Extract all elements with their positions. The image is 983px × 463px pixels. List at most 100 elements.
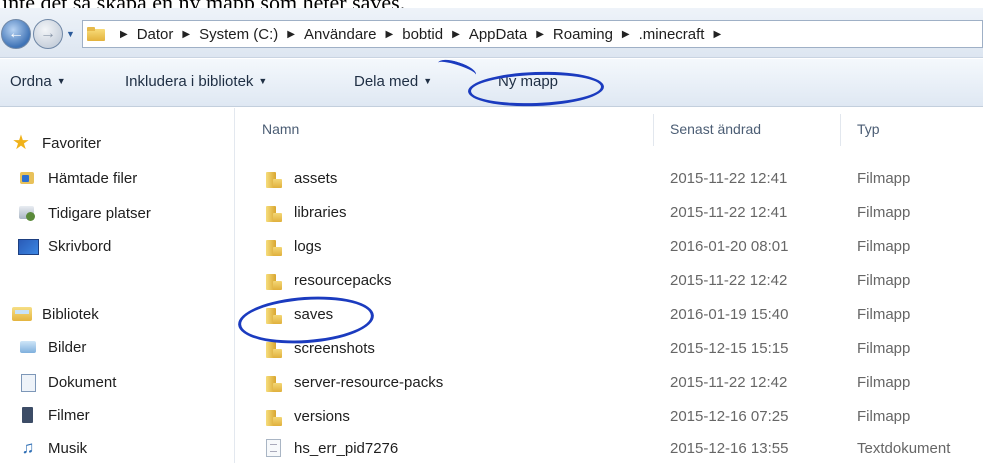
folder-icon <box>266 408 283 426</box>
breadcrumb-separator-icon[interactable]: ▶ <box>622 29 630 40</box>
file-modified-date: 2015-11-22 12:41 <box>670 204 788 221</box>
file-modified-date: 2015-11-22 12:42 <box>670 374 788 391</box>
breadcrumb-separator-icon[interactable]: ▶ <box>120 29 128 40</box>
breadcrumb: ▶ Dator ▶ System (C:) ▶ Användare ▶ bobtid ▶ AppD… <box>111 26 730 43</box>
nav-item-recent-places[interactable]: Tidigare platser <box>18 204 151 222</box>
nav-item-label: Musik <box>48 439 88 457</box>
breadcrumb-item[interactable]: AppData <box>469 26 527 43</box>
file-name: hs_err_pid7276 <box>294 440 399 457</box>
library-icon <box>12 305 32 323</box>
file-modified-date: 2015-11-22 12:41 <box>670 170 788 187</box>
file-modified-date: 2015-11-22 12:42 <box>670 272 788 289</box>
breadcrumb-item[interactable]: Dator <box>137 26 174 43</box>
file-type: Filmapp <box>857 340 911 357</box>
table-row[interactable]: screenshots 2015-12-15 15:15 Filmapp <box>236 333 983 366</box>
table-row[interactable]: assets 2015-11-22 12:41 Filmapp <box>236 163 983 196</box>
include-in-library-button[interactable]: Inkludera i bibliotek ▼ <box>125 73 267 90</box>
navigation-pane: ★ Favoriter Hämtade filer Tidigare plats… <box>0 108 235 463</box>
file-type: Filmapp <box>857 238 911 255</box>
recent-pages-dropdown-icon[interactable]: ▼ <box>66 29 75 39</box>
pictures-icon <box>18 338 38 356</box>
page-caption: inte det så skapa en ny mapp som heter s… <box>0 0 983 8</box>
nav-item-music[interactable]: ♫ Musik <box>18 438 88 457</box>
breadcrumb-item[interactable]: .minecraft <box>639 26 705 43</box>
nav-item-documents[interactable]: Dokument <box>18 373 117 392</box>
file-name: logs <box>294 238 322 255</box>
nav-item-label: Skrivbord <box>48 237 112 255</box>
file-name: libraries <box>294 204 347 221</box>
chevron-down-icon: ▼ <box>258 76 268 86</box>
file-type: Filmapp <box>857 374 911 391</box>
breadcrumb-item[interactable]: Roaming <box>553 26 613 43</box>
nav-favorites-label: Favoriter <box>42 134 102 152</box>
chevron-down-icon: ▼ <box>423 76 433 86</box>
breadcrumb-separator-icon[interactable]: ▶ <box>713 29 721 40</box>
desktop-icon <box>18 237 39 255</box>
column-header-name[interactable]: Namn <box>262 121 299 137</box>
file-modified-date: 2015-12-16 13:55 <box>670 440 789 457</box>
file-list: Namn Senast ändrad Typ assets 2015-11-22 … <box>236 108 983 463</box>
column-header-type[interactable]: Typ <box>857 121 880 137</box>
nav-item-label: Tidigare platser <box>48 204 151 222</box>
table-row[interactable]: resourcepacks 2015-11-22 12:42 Filmapp <box>236 265 983 298</box>
breadcrumb-separator-icon[interactable]: ▶ <box>536 29 544 40</box>
arrow-left-icon: ← <box>8 25 24 42</box>
file-type: Filmapp <box>857 408 911 425</box>
breadcrumb-item[interactable]: bobtid <box>402 26 443 43</box>
column-divider[interactable] <box>840 114 841 146</box>
nav-item-label: Dokument <box>48 373 117 391</box>
table-row[interactable]: libraries 2015-11-22 12:41 Filmapp <box>236 197 983 230</box>
address-bar[interactable]: ▶ Dator ▶ System (C:) ▶ Användare ▶ bobtid ▶ AppD… <box>82 20 983 48</box>
file-name: resourcepacks <box>294 272 392 289</box>
share-with-button[interactable]: Dela med ▼ <box>354 73 432 90</box>
music-note-icon: ♫ <box>21 438 35 457</box>
nav-libraries[interactable]: Bibliotek <box>12 305 99 323</box>
organize-label: Ordna <box>10 73 52 90</box>
organize-button[interactable]: Ordna ▼ <box>10 73 66 90</box>
file-modified-date: 2016-01-20 08:01 <box>670 238 789 255</box>
breadcrumb-item[interactable]: System (C:) <box>199 26 278 43</box>
film-icon <box>18 406 38 424</box>
column-divider[interactable] <box>653 114 654 146</box>
breadcrumb-item[interactable]: Användare <box>304 26 377 43</box>
nav-item-desktop[interactable]: Skrivbord <box>18 237 111 255</box>
column-header-modified[interactable]: Senast ändrad <box>670 121 761 137</box>
folder-icon <box>266 238 283 256</box>
file-type: Filmapp <box>857 272 911 289</box>
nav-item-label: Bilder <box>48 338 87 356</box>
file-name: versions <box>294 408 350 425</box>
file-name: server-resource-packs <box>294 374 444 391</box>
folder-icon <box>266 170 283 188</box>
table-row[interactable]: logs 2016-01-20 08:01 Filmapp <box>236 231 983 264</box>
table-row[interactable]: server-resource-packs 2015-11-22 12:42 Fil… <box>236 367 983 400</box>
arrow-right-icon: → <box>40 25 56 42</box>
nav-favorites[interactable]: ★ Favoriter <box>12 133 102 153</box>
include-label: Inkludera i bibliotek <box>125 73 254 90</box>
nav-item-pictures[interactable]: Bilder <box>18 338 86 356</box>
text-file-icon <box>266 439 281 457</box>
folder-icon <box>87 27 105 41</box>
folder-icon <box>266 374 283 392</box>
documents-icon <box>18 373 38 392</box>
nav-item-label: Hämtade filer <box>48 169 138 187</box>
file-type: Textdokument <box>857 440 951 457</box>
back-button[interactable]: ← <box>1 19 31 49</box>
nav-item-videos[interactable]: Filmer <box>18 406 90 424</box>
recent-places-icon <box>18 204 38 222</box>
file-modified-date: 2016-01-19 15:40 <box>670 306 789 323</box>
file-modified-date: 2015-12-15 15:15 <box>670 340 789 357</box>
table-row[interactable]: hs_err_pid7276 2015-12-16 13:55 Textdokume… <box>236 433 983 463</box>
breadcrumb-separator-icon[interactable]: ▶ <box>452 29 460 40</box>
nav-item-downloads[interactable]: Hämtade filer <box>18 169 137 187</box>
address-strip: ← → ▼ ▶ Dator ▶ System (C:) ▶ Användare ▶ bobti… <box>0 8 983 58</box>
file-type: Filmapp <box>857 204 911 221</box>
forward-button[interactable]: → <box>33 19 63 49</box>
breadcrumb-separator-icon[interactable]: ▶ <box>386 29 394 40</box>
breadcrumb-separator-icon[interactable]: ▶ <box>287 29 295 40</box>
folder-icon <box>266 272 283 290</box>
file-modified-date: 2015-12-16 07:25 <box>670 408 789 425</box>
breadcrumb-separator-icon[interactable]: ▶ <box>182 29 190 40</box>
nav-item-label: Filmer <box>48 406 90 424</box>
table-row[interactable]: versions 2015-12-16 07:25 Filmapp <box>236 401 983 434</box>
file-name: assets <box>294 170 338 187</box>
